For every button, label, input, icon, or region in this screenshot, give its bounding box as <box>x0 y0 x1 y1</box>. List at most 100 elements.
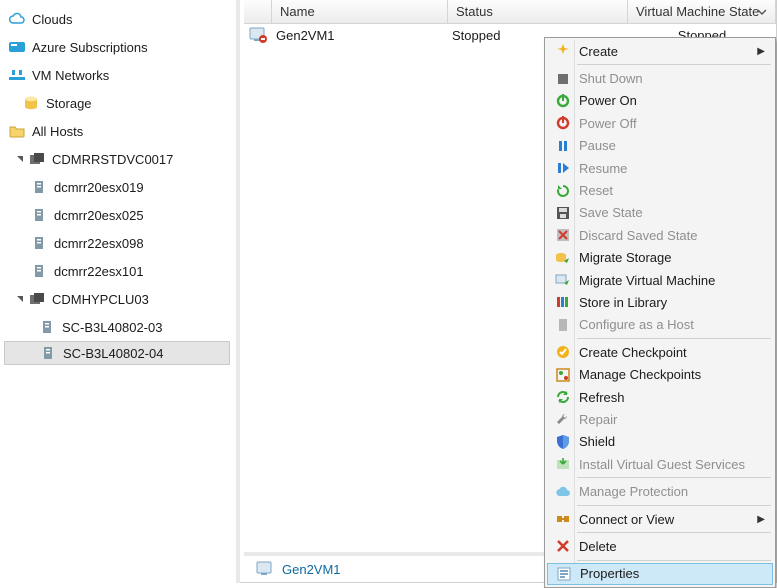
menu-repair[interactable]: Repair <box>547 408 773 430</box>
menu-label: Install Virtual Guest Services <box>575 457 769 472</box>
menu-label: Shut Down <box>575 71 769 86</box>
discard-icon <box>551 227 575 243</box>
refresh-icon <box>551 389 575 405</box>
menu-separator <box>577 477 771 478</box>
nav-label: SC-B3L40802-04 <box>63 346 163 361</box>
menu-refresh[interactable]: Refresh <box>547 386 773 408</box>
column-status[interactable]: Status <box>448 0 628 23</box>
nav-all-hosts[interactable]: All Hosts <box>0 117 236 145</box>
vm-stopped-icon <box>244 27 272 43</box>
storage-icon <box>22 94 40 112</box>
menu-discard[interactable]: Discard Saved State <box>547 224 773 246</box>
sparkle-icon <box>551 43 575 59</box>
chevron-right-icon: ▶ <box>757 46 769 57</box>
menu-create[interactable]: Create ▶ <box>547 40 773 62</box>
host-icon <box>30 234 48 252</box>
menu-properties[interactable]: Properties <box>547 563 773 585</box>
menu-migrate-vm[interactable]: Migrate Virtual Machine <box>547 269 773 291</box>
wrench-icon <box>551 411 575 427</box>
menu-label: Shield <box>575 434 769 449</box>
menu-poweron[interactable]: Power On <box>547 90 773 112</box>
menu-label: Create <box>575 44 757 59</box>
properties-icon <box>552 566 576 582</box>
nav-label: CDMRRSTDVC0017 <box>52 152 173 167</box>
nav-azure-subscriptions[interactable]: Azure Subscriptions <box>0 33 236 61</box>
nav-label: Clouds <box>32 12 72 27</box>
migrate-storage-icon <box>551 250 575 266</box>
nav-label: dcmrr22esx098 <box>54 236 144 251</box>
menu-savestate[interactable]: Save State <box>547 202 773 224</box>
menu-label: Connect or View <box>575 512 757 527</box>
delete-icon <box>551 538 575 554</box>
expander-icon[interactable] <box>14 294 26 304</box>
nav-label: dcmrr20esx025 <box>54 208 144 223</box>
nav-host[interactable]: dcmrr22esx101 <box>0 257 236 285</box>
power-on-icon <box>551 93 575 109</box>
menu-create-checkpoint[interactable]: Create Checkpoint <box>547 341 773 363</box>
save-icon <box>551 205 575 221</box>
menu-label: Migrate Virtual Machine <box>575 273 769 288</box>
menu-label: Create Checkpoint <box>575 345 769 360</box>
menu-reset[interactable]: Reset <box>547 179 773 201</box>
menu-label: Repair <box>575 412 769 427</box>
cluster-icon <box>28 290 46 308</box>
nav-label: Storage <box>46 96 92 111</box>
cloud-icon <box>8 10 26 28</box>
menu-install-guest[interactable]: Install Virtual Guest Services <box>547 453 773 475</box>
library-icon <box>551 294 575 310</box>
menu-label: Resume <box>575 161 769 176</box>
folder-icon <box>8 122 26 140</box>
menu-separator <box>577 560 771 561</box>
nav-label: Azure Subscriptions <box>32 40 148 55</box>
menu-manage-checkpoints[interactable]: Manage Checkpoints <box>547 363 773 385</box>
cloud-protect-icon <box>551 485 575 499</box>
menu-label: Save State <box>575 205 769 220</box>
chevron-down-icon[interactable] <box>755 5 769 19</box>
host-icon <box>30 206 48 224</box>
menu-label: Power On <box>575 93 769 108</box>
menu-pause[interactable]: Pause <box>547 135 773 157</box>
column-name[interactable]: Name <box>272 0 448 23</box>
azure-icon <box>8 38 26 56</box>
expander-icon[interactable] <box>14 154 26 164</box>
menu-resume[interactable]: Resume <box>547 157 773 179</box>
nav-host[interactable]: dcmrr22esx098 <box>0 229 236 257</box>
menu-poweroff[interactable]: Power Off <box>547 112 773 134</box>
menu-separator <box>577 532 771 533</box>
nav-clouds[interactable]: Clouds <box>0 5 236 33</box>
nav-vm-networks[interactable]: VM Networks <box>0 61 236 89</box>
install-icon <box>551 456 575 472</box>
menu-label: Migrate Storage <box>575 250 769 265</box>
nav-host[interactable]: dcmrr20esx025 <box>0 201 236 229</box>
menu-separator <box>577 505 771 506</box>
host-icon <box>30 262 48 280</box>
menu-label: Refresh <box>575 390 769 405</box>
nav-label: dcmrr22esx101 <box>54 264 144 279</box>
nav-cluster-1[interactable]: CDMRRSTDVC0017 <box>0 145 236 173</box>
navigation-pane: Clouds Azure Subscriptions VM Networks S… <box>0 0 240 583</box>
column-vmstate[interactable]: Virtual Machine State <box>628 0 776 23</box>
pause-icon <box>551 138 575 154</box>
menu-separator <box>577 338 771 339</box>
nav-cluster-2[interactable]: CDMHYPCLU03 <box>0 285 236 313</box>
nav-host[interactable]: dcmrr20esx019 <box>0 173 236 201</box>
network-icon <box>8 66 26 84</box>
menu-label: Configure as a Host <box>575 317 769 332</box>
nav-host-selected[interactable]: SC-B3L40802-04 <box>4 341 230 365</box>
nav-storage[interactable]: Storage <box>0 89 236 117</box>
nav-label: All Hosts <box>32 124 83 139</box>
menu-shield[interactable]: Shield <box>547 431 773 453</box>
menu-store-in-library[interactable]: Store in Library <box>547 291 773 313</box>
menu-migrate-storage[interactable]: Migrate Storage <box>547 247 773 269</box>
menu-shutdown[interactable]: Shut Down <box>547 67 773 89</box>
menu-configure-host[interactable]: Configure as a Host <box>547 314 773 336</box>
column-icon[interactable] <box>244 0 272 23</box>
checkpoint-icon <box>551 344 575 360</box>
host-config-icon <box>551 317 575 333</box>
menu-manage-protection[interactable]: Manage Protection <box>547 480 773 502</box>
chevron-right-icon: ▶ <box>757 514 769 525</box>
menu-connect[interactable]: Connect or View ▶ <box>547 508 773 530</box>
reset-icon <box>551 183 575 199</box>
nav-host[interactable]: SC-B3L40802-03 <box>4 313 230 341</box>
menu-delete[interactable]: Delete <box>547 535 773 557</box>
